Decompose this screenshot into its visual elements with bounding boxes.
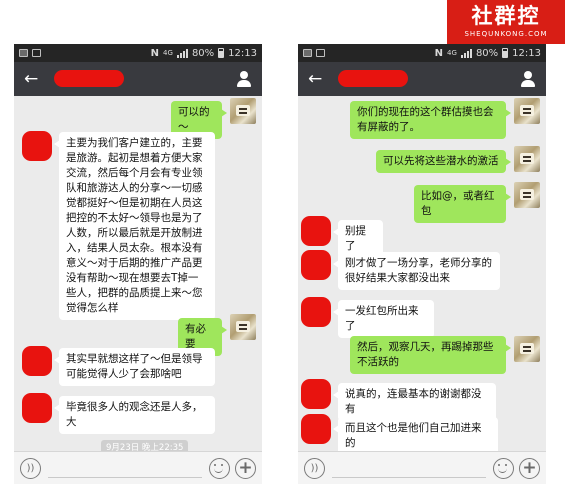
- nfc-icon: N: [434, 47, 444, 59]
- wechat-notification-icon: [19, 49, 28, 57]
- message-bubble: 刚才做了一场分享，老师分享的很好结果大家都没出来: [333, 252, 500, 290]
- screenshot-canvas: 社群控 SHEQUNKONG.COM N 4G 80% 12:13 ← 可以的～…: [0, 0, 565, 487]
- message-input[interactable]: [48, 458, 202, 478]
- chat-input-bar: )) +: [298, 451, 546, 484]
- chat-area[interactable]: 可以的～ 主要为我们客户建立的，主要是旅游。起初是想着方便大家交流，然后每个月会…: [14, 96, 262, 454]
- battery-icon: [218, 48, 225, 58]
- plus-icon[interactable]: +: [519, 457, 540, 479]
- self-avatar[interactable]: [230, 98, 256, 124]
- network-label: 4G: [447, 49, 457, 57]
- image-notification-icon: [316, 49, 325, 57]
- message-input[interactable]: [332, 458, 486, 478]
- wechat-notification-icon: [303, 49, 312, 57]
- status-bar: N 4G 80% 12:13: [14, 44, 262, 62]
- nfc-icon: N: [150, 47, 160, 59]
- redacted-avatar[interactable]: [301, 379, 331, 409]
- brand-watermark: 社群控 SHEQUNKONG.COM: [447, 0, 565, 44]
- brand-url: SHEQUNKONG.COM: [464, 30, 548, 38]
- smiley-icon[interactable]: [209, 457, 230, 479]
- self-avatar[interactable]: [514, 182, 540, 208]
- person-icon[interactable]: [520, 71, 536, 87]
- message-bubble: 可以先将这些潜水的激活: [376, 150, 511, 173]
- clock: 12:13: [228, 47, 257, 59]
- message-bubble: 你们的现在的这个群估摸也会有屏蔽的了。: [350, 101, 511, 139]
- redacted-avatar[interactable]: [301, 216, 331, 246]
- chat-input-bar: )) +: [14, 451, 262, 484]
- right-phone-screen: N 4G 80% 12:13 ← 你们的现在的这个群估摸也会有屏蔽的了。 可以先…: [298, 44, 546, 484]
- chat-area[interactable]: 你们的现在的这个群估摸也会有屏蔽的了。 可以先将这些潜水的激活 比如@，或者红包…: [298, 96, 546, 455]
- redacted-avatar[interactable]: [301, 414, 331, 444]
- back-arrow-icon[interactable]: ←: [24, 70, 46, 88]
- message-bubble: 然后，观察几天，再踢掉那些不活跃的: [350, 336, 511, 374]
- smiley-icon[interactable]: [493, 457, 514, 479]
- message-bubble: 一发红包所出来了: [333, 300, 434, 338]
- signal-icon: [176, 48, 188, 58]
- left-phone-screen: N 4G 80% 12:13 ← 可以的～ 主要为我们客户建立的，主要是旅游。起…: [14, 44, 262, 484]
- message-bubble: 主要为我们客户建立的，主要是旅游。起初是想着方便大家交流，然后每个月会有专业领队…: [54, 132, 215, 320]
- network-label: 4G: [163, 49, 173, 57]
- chat-title-bar: ←: [298, 62, 546, 96]
- message-bubble: 比如@，或者红包: [414, 185, 511, 223]
- clock: 12:13: [512, 47, 541, 59]
- status-bar: N 4G 80% 12:13: [298, 44, 546, 62]
- redacted-avatar[interactable]: [301, 250, 331, 280]
- message-bubble: 而且这个也是他们自己加进来的: [333, 417, 498, 455]
- redacted-chat-name: [54, 70, 124, 87]
- chat-title-bar: ←: [14, 62, 262, 96]
- battery-percent: 80%: [191, 47, 215, 59]
- redacted-avatar[interactable]: [301, 297, 331, 327]
- back-arrow-icon[interactable]: ←: [308, 70, 330, 88]
- plus-icon[interactable]: +: [235, 457, 256, 479]
- voice-icon[interactable]: )): [304, 457, 325, 479]
- message-bubble: 其实早就想这样了～但是领导可能觉得人少了会那啥吧: [54, 348, 215, 386]
- self-avatar[interactable]: [514, 98, 540, 124]
- redacted-avatar[interactable]: [22, 346, 52, 376]
- signal-icon: [460, 48, 472, 58]
- redacted-chat-name: [338, 70, 408, 87]
- self-avatar[interactable]: [514, 336, 540, 362]
- person-icon[interactable]: [236, 71, 252, 87]
- message-bubble: 说真的，连最基本的谢谢都没有: [333, 383, 496, 421]
- redacted-avatar[interactable]: [22, 393, 52, 423]
- battery-percent: 80%: [475, 47, 499, 59]
- redacted-avatar[interactable]: [22, 131, 52, 161]
- self-avatar[interactable]: [230, 314, 256, 340]
- image-notification-icon: [32, 49, 41, 57]
- message-bubble: 毕竟很多人的观念还是人多，大: [54, 396, 215, 434]
- voice-icon[interactable]: )): [20, 457, 41, 479]
- self-avatar[interactable]: [514, 146, 540, 172]
- brand-name: 社群控: [471, 4, 541, 28]
- battery-icon: [502, 48, 509, 58]
